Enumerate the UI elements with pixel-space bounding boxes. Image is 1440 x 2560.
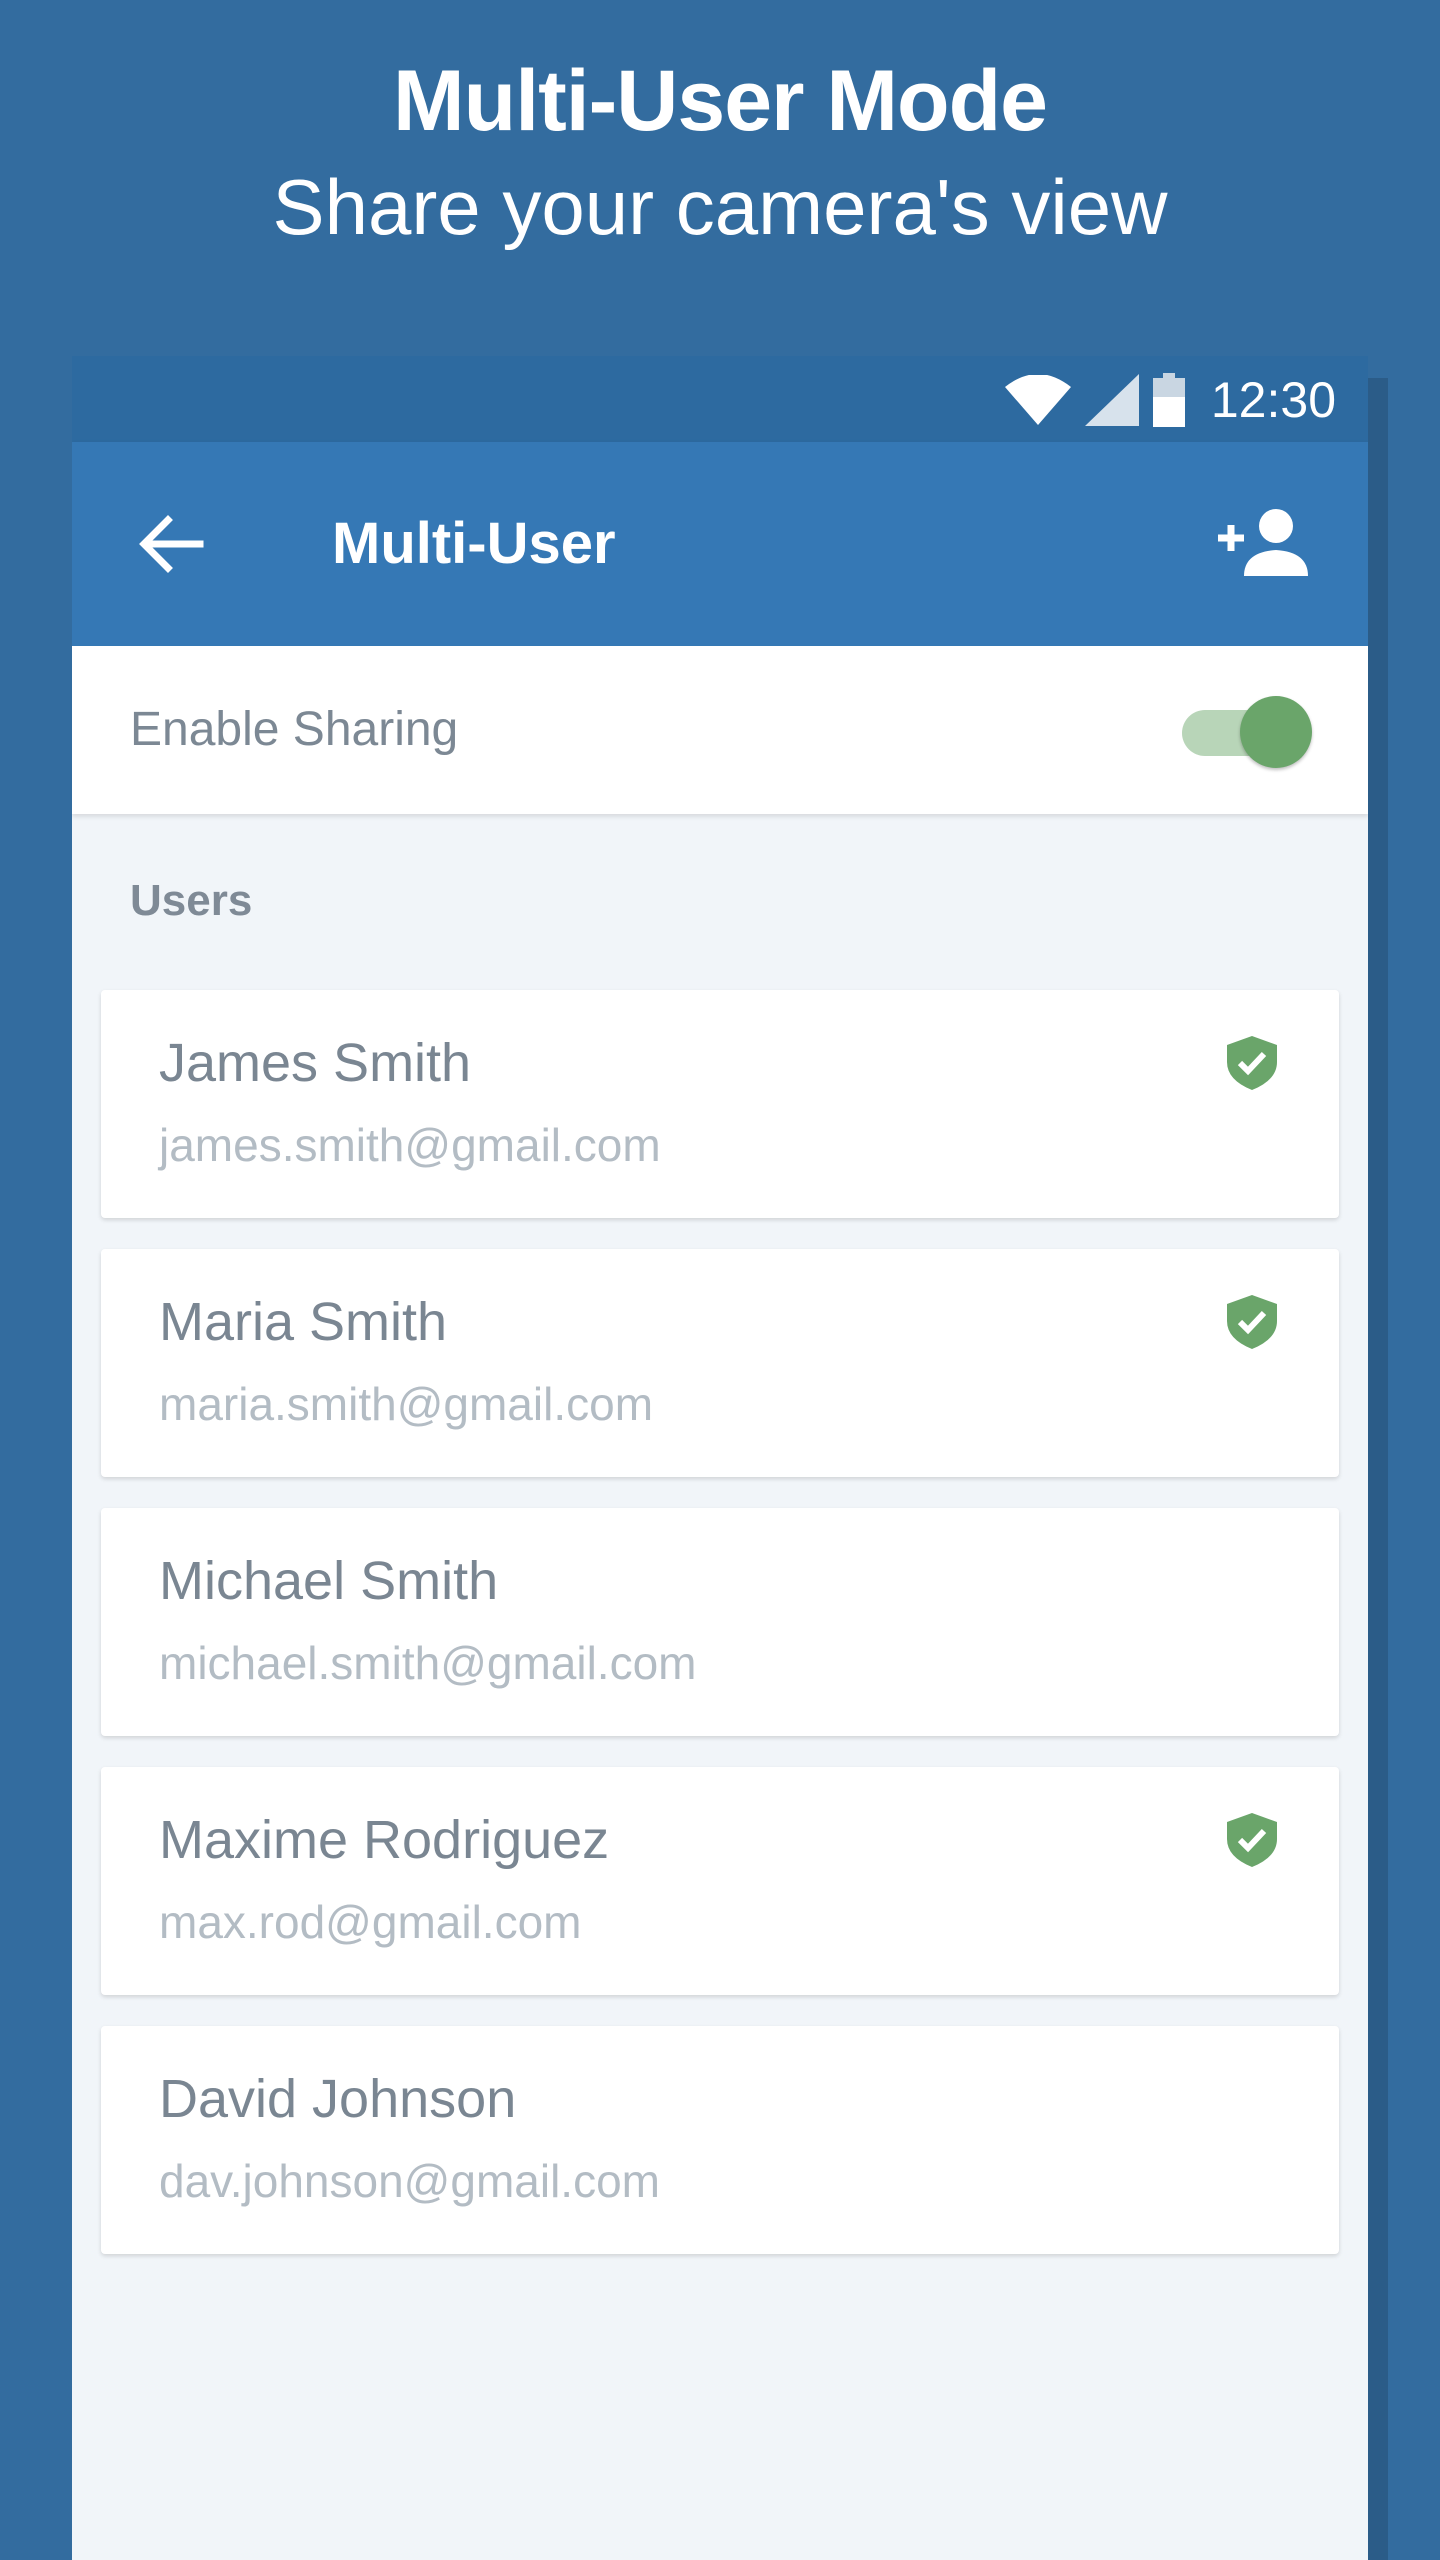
person-add-icon[interactable] <box>1214 502 1310 582</box>
status-bar: 12:30 <box>72 356 1368 442</box>
enable-sharing-row[interactable]: Enable Sharing <box>72 646 1368 814</box>
user-email: michael.smith@gmail.com <box>159 1637 697 1689</box>
verified-shield-icon <box>1227 1295 1277 1349</box>
battery-icon <box>1152 373 1185 427</box>
user-name: Maxime Rodriguez <box>159 1810 610 1870</box>
user-email: max.rod@gmail.com <box>159 1896 582 1948</box>
user-name: David Johnson <box>159 2069 517 2129</box>
user-email: james.smith@gmail.com <box>159 1119 661 1171</box>
users-section-header: Users <box>130 876 253 925</box>
user-email: dav.johnson@gmail.com <box>159 2155 660 2207</box>
status-time: 12:30 <box>1210 372 1336 428</box>
app-bar: Multi-User <box>72 442 1368 646</box>
app-bar-title: Multi-User <box>332 511 616 576</box>
enable-sharing-toggle[interactable] <box>1178 696 1312 768</box>
verified-shield-icon <box>1227 1813 1277 1867</box>
status-icons: 12:30 <box>1004 370 1336 430</box>
enable-sharing-label: Enable Sharing <box>130 703 459 756</box>
user-list: James Smith james.smith@gmail.com Maria … <box>101 990 1339 2285</box>
user-card[interactable]: Maxime Rodriguez max.rod@gmail.com <box>101 1767 1339 1995</box>
device-screen: 12:30 Multi-User Enable Sharing Users Ja… <box>72 356 1368 2560</box>
user-card[interactable]: James Smith james.smith@gmail.com <box>101 990 1339 1218</box>
cell-signal-icon <box>1084 374 1139 426</box>
toggle-knob <box>1240 696 1312 768</box>
user-name: Michael Smith <box>159 1551 499 1611</box>
user-email: maria.smith@gmail.com <box>159 1378 654 1430</box>
wifi-icon <box>1004 375 1071 425</box>
user-card[interactable]: Maria Smith maria.smith@gmail.com <box>101 1249 1339 1477</box>
promo-subtitle: Share your camera's view <box>272 163 1168 251</box>
user-name: James Smith <box>159 1033 472 1093</box>
verified-shield-icon <box>1227 1036 1277 1090</box>
user-card[interactable]: David Johnson dav.johnson@gmail.com <box>101 2026 1339 2254</box>
arrow-back-icon[interactable] <box>132 506 208 582</box>
user-name: Maria Smith <box>159 1292 448 1352</box>
user-card[interactable]: Michael Smith michael.smith@gmail.com <box>101 1508 1339 1736</box>
promo-title: Multi-User Mode <box>393 53 1048 149</box>
